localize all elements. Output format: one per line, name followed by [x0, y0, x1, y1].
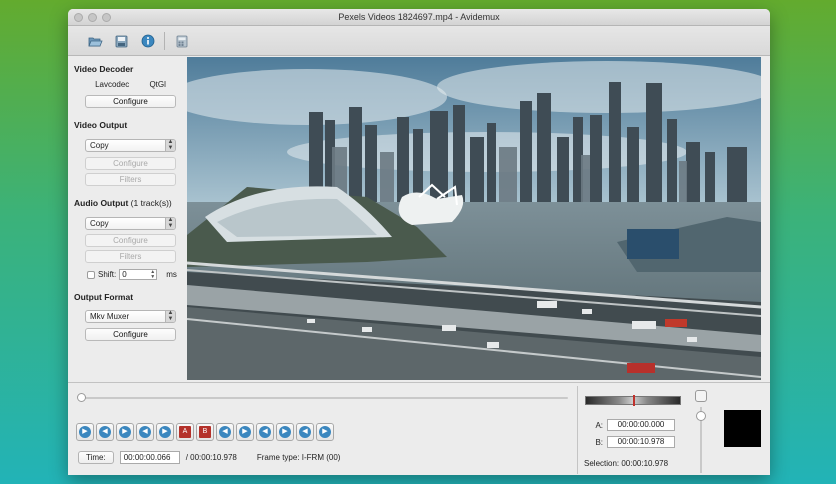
previous-black-frame-button[interactable]: ◀ — [216, 423, 234, 441]
video-filters-button[interactable]: Filters — [85, 173, 176, 186]
audio-configure-button[interactable]: Configure — [85, 234, 176, 247]
container-format-select[interactable]: Mkv Muxer ▲ ▼ — [85, 310, 176, 323]
select-arrows-icon: ▲ ▼ — [165, 310, 175, 322]
shift-checkbox[interactable] — [87, 270, 95, 279]
output-format-title: Output Format — [74, 292, 134, 302]
decoder-configure-button[interactable]: Configure — [85, 95, 176, 108]
frame-type: Frame type: I-FRM (00) — [256, 453, 341, 462]
window-controls — [74, 13, 111, 22]
marker-b-icon: B — [199, 426, 211, 438]
audio-output-label: Audio Output — [74, 198, 129, 208]
volume-knob[interactable] — [696, 411, 706, 421]
select-arrows-icon: ▲ ▼ — [165, 139, 175, 151]
next-keyframe-button[interactable]: ▶ — [156, 423, 174, 441]
shift-value-input[interactable]: 0 ▲ ▼ — [119, 269, 158, 280]
timeline-knob[interactable] — [76, 393, 86, 402]
go-to-marker-b-button[interactable]: ▶ — [316, 423, 334, 441]
toolbar — [68, 26, 770, 56]
info-icon[interactable] — [140, 33, 156, 49]
set-marker-a-button[interactable]: A — [176, 423, 194, 441]
video-codec-select[interactable]: Copy ▲ ▼ — [85, 139, 176, 152]
audio-filters-button[interactable]: Filters — [85, 250, 176, 263]
current-time-input[interactable]: 00:00:00.066 — [119, 451, 180, 464]
marker-a-label: A: — [595, 420, 603, 430]
spin-arrows-icon[interactable]: ▲ ▼ — [149, 270, 156, 280]
title-bar: Pexels Videos 1824697.mp4 - Avidemux — [68, 9, 770, 26]
selection-duration: Selection: 00:00:10.978 — [584, 459, 669, 468]
shift-unit: ms — [166, 270, 177, 279]
playback-controls: ▶ ◀ ▶ ◀ ▶ A B ◀ ▶ ◀ ▶ ◀ ▶ Time: 00:00:00… — [68, 382, 770, 475]
marker-b-row: B: 00:00:10.978 — [583, 436, 675, 448]
next-black-frame-button[interactable]: ▶ — [236, 423, 254, 441]
forward-icon: ▶ — [119, 426, 131, 438]
go-to-marker-a-button[interactable]: ◀ — [296, 423, 314, 441]
marker-a-field[interactable]: 00:00:00.000 — [607, 419, 675, 431]
audio-shift-row: Shift: 0 ▲ ▼ ms — [87, 269, 177, 280]
previous-keyframe-icon: ◀ — [139, 426, 151, 438]
marker-a-icon: A — [179, 426, 191, 438]
video-decoder-title: Video Decoder — [74, 64, 134, 74]
go-to-a-icon: ◀ — [299, 426, 311, 438]
shift-value: 0 — [122, 270, 127, 279]
container-format-value: Mkv Muxer — [90, 312, 130, 321]
next-black-frame-icon: ▶ — [239, 426, 251, 438]
next-frame-button[interactable]: ▶ — [116, 423, 134, 441]
minimize-window-button[interactable] — [88, 13, 97, 22]
time-button[interactable]: Time: — [78, 451, 114, 464]
timeline-slider[interactable] — [78, 397, 568, 399]
marker-b-label: B: — [595, 437, 603, 447]
go-to-b-icon: ▶ — [319, 426, 331, 438]
go-to-first-frame-button[interactable]: ◀ — [256, 423, 274, 441]
first-frame-icon: ◀ — [259, 426, 271, 438]
decoder-name: Lavcodec — [95, 80, 130, 89]
save-file-icon[interactable] — [113, 33, 129, 49]
set-marker-b-button[interactable]: B — [196, 423, 214, 441]
navigation-buttons: ▶ ◀ ▶ ◀ ▶ A B ◀ ▶ ◀ ▶ ◀ ▶ — [76, 423, 334, 441]
close-window-button[interactable] — [74, 13, 83, 22]
volume-icon[interactable] — [695, 390, 707, 402]
video-frame-image — [187, 57, 761, 380]
audio-level-display — [724, 410, 761, 447]
app-window: Pexels Videos 1824697.mp4 - Avidemux Vid… — [68, 9, 770, 475]
select-arrows-icon: ▲ ▼ — [165, 217, 175, 229]
marker-a-row: A: 00:00:00.000 — [583, 419, 675, 431]
previous-keyframe-button[interactable]: ◀ — [136, 423, 154, 441]
decoder-type: QtGl — [149, 80, 166, 89]
audio-codec-select[interactable]: Copy ▲ ▼ — [85, 217, 176, 230]
marker-b-field[interactable]: 00:00:10.978 — [607, 436, 675, 448]
last-frame-icon: ▶ — [279, 426, 291, 438]
go-to-last-frame-button[interactable]: ▶ — [276, 423, 294, 441]
toolbar-separator — [164, 32, 165, 50]
total-time: / 00:00:10.978 — [185, 453, 237, 462]
audio-codec-value: Copy — [90, 219, 109, 228]
jog-shuttle-marker — [633, 395, 635, 406]
window-title: Pexels Videos 1824697.mp4 - Avidemux — [338, 12, 500, 22]
play-button[interactable]: ▶ — [76, 423, 94, 441]
time-row: Time: 00:00:00.066 / 00:00:10.978 Frame … — [78, 451, 340, 464]
shift-label: Shift: — [98, 270, 117, 279]
video-preview — [187, 57, 761, 380]
video-codec-value: Copy — [90, 141, 109, 150]
play-icon: ▶ — [79, 426, 91, 438]
video-configure-button[interactable]: Configure — [85, 157, 176, 170]
video-output-title: Video Output — [74, 120, 128, 130]
previous-frame-button[interactable]: ◀ — [96, 423, 114, 441]
rewind-icon: ◀ — [99, 426, 111, 438]
calculator-icon[interactable] — [174, 33, 190, 49]
audio-track-count: (1 track(s)) — [130, 198, 172, 208]
open-file-icon[interactable] — [87, 33, 103, 49]
panel-separator — [577, 386, 578, 474]
audio-output-title: Audio Output (1 track(s)) — [74, 198, 172, 208]
decoder-info: Lavcodec QtGl — [85, 80, 176, 89]
settings-panel: Video Decoder Lavcodec QtGl Configure Vi… — [68, 57, 183, 384]
format-configure-button[interactable]: Configure — [85, 328, 176, 341]
next-keyframe-icon: ▶ — [159, 426, 171, 438]
zoom-window-button[interactable] — [102, 13, 111, 22]
previous-black-frame-icon: ◀ — [219, 426, 231, 438]
